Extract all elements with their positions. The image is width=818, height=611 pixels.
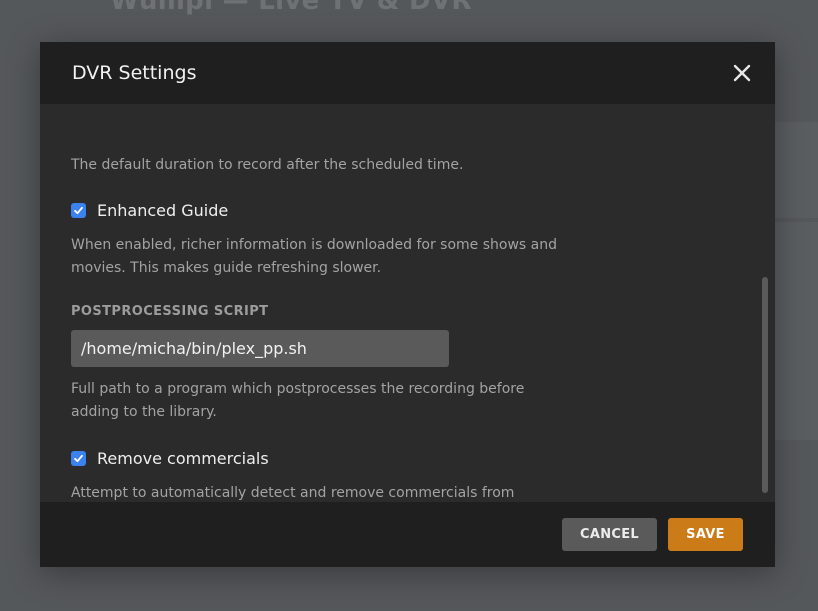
postprocessing-script-label: POSTPROCESSING SCRIPT (71, 304, 269, 319)
dialog-body[interactable]: The default duration to record after the… (40, 104, 775, 502)
remove-commercials-help-text: Attempt to automatically detect and remo… (71, 485, 515, 501)
enhanced-guide-label: Enhanced Guide (97, 200, 229, 220)
scrollbar-thumb[interactable] (762, 277, 768, 493)
checkmark-icon (74, 454, 83, 462)
background-panel (775, 222, 818, 440)
dialog-title: DVR Settings (72, 62, 197, 84)
enhanced-guide-help-text: When enabled, richer information is down… (71, 237, 557, 276)
postprocessing-script-input[interactable] (71, 330, 449, 367)
background-page-title: Wumpi — Live TV & DVR (110, 0, 472, 16)
close-icon (733, 64, 751, 82)
cancel-button[interactable]: CANCEL (562, 518, 657, 551)
postprocessing-help-text: Full path to a program which postprocess… (71, 381, 525, 420)
enhanced-guide-checkbox[interactable] (71, 202, 86, 218)
checkmark-icon (74, 206, 83, 214)
background-panel (775, 122, 818, 218)
save-button[interactable]: SAVE (668, 518, 743, 551)
remove-commercials-checkbox[interactable] (71, 450, 86, 466)
dvr-settings-dialog: DVR Settings The default duration to rec… (40, 42, 775, 567)
remove-commercials-label: Remove commercials (97, 448, 269, 468)
close-button[interactable] (732, 63, 752, 83)
end-padding-help-text: The default duration to record after the… (71, 157, 464, 173)
remove-commercials-checkbox-row[interactable]: Remove commercials (71, 447, 269, 469)
enhanced-guide-checkbox-row[interactable]: Enhanced Guide (71, 199, 228, 221)
dialog-header: DVR Settings (40, 42, 775, 104)
dialog-footer: CANCEL SAVE (40, 502, 775, 567)
